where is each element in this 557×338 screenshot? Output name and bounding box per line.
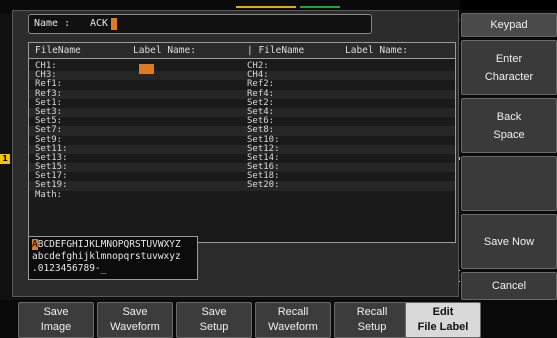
blank-menu-button[interactable]	[461, 156, 557, 211]
save-waveform-button[interactable]: Save Waveform	[97, 302, 173, 338]
recall-setup-label: Recall Setup	[356, 306, 388, 333]
table-row[interactable]: Set19: Set20:	[29, 180, 455, 191]
column-header-filename: FileName	[35, 45, 81, 56]
trigger-level-bar	[236, 6, 296, 8]
soft-key-menu: Keypad Enter Character Back Space Save N…	[460, 10, 557, 300]
table-row[interactable]: Set13: Set14:	[29, 153, 455, 163]
table-row[interactable]: Math:	[29, 189, 455, 200]
table-rows: CH1: CH2: CH3: CH4: Ref1: Ref2: Ref3: Ref4: Set1…	[29, 61, 455, 200]
table-row[interactable]: Ref3: Ref4:	[29, 89, 455, 99]
bottom-menu-bar: Save Image Save Waveform Save Setup Reca…	[0, 300, 557, 338]
save-now-label: Save Now	[483, 235, 535, 248]
filename-right: Set20:	[247, 180, 280, 191]
edit-file-label-button[interactable]: Edit File Label	[405, 302, 481, 338]
back-space-button[interactable]: Back Space	[461, 98, 557, 153]
table-row[interactable]: Set7: Set8:	[29, 125, 455, 136]
save-waveform-label: Save Waveform	[110, 306, 160, 333]
name-field[interactable]: Name : ACK	[28, 14, 372, 34]
table-row[interactable]: Set3: Set4:	[29, 107, 455, 118]
selected-label-cell[interactable]	[139, 64, 154, 74]
table-row[interactable]: Set1: Set2:	[29, 98, 455, 108]
charset-line-uppercase[interactable]: ABCDEFGHIJKLMNOPQRSTUVWXYZ	[32, 239, 181, 250]
name-label: Name :	[34, 18, 71, 29]
charset-uppercase-rest[interactable]: BCDEFGHIJKLMNOPQRSTUVWXYZ	[38, 239, 181, 250]
cancel-button[interactable]: Cancel	[461, 272, 557, 300]
column-header-label-name: Label Name:	[133, 45, 196, 56]
enter-character-label: Enter Character	[484, 52, 534, 83]
table-row[interactable]: Set11: Set12:	[29, 144, 455, 154]
save-now-button[interactable]: Save Now	[461, 214, 557, 269]
table-row[interactable]: CH3: CH4:	[29, 70, 455, 81]
enter-character-button[interactable]: Enter Character	[461, 40, 557, 95]
text-cursor	[111, 18, 117, 30]
recall-waveform-label: Recall Waveform	[268, 306, 318, 333]
table-row[interactable]: Set9: Set10:	[29, 135, 455, 145]
recall-waveform-button[interactable]: Recall Waveform	[255, 302, 331, 338]
channel-1-marker: 1	[0, 154, 10, 164]
save-setup-label: Save Setup	[199, 306, 229, 333]
channel-indicator-bar	[300, 6, 340, 8]
menu-title-label: Keypad	[490, 19, 528, 31]
charset-line-lowercase[interactable]: abcdefghijklmnopqrstuvwxyz	[32, 251, 181, 262]
menu-title-keypad: Keypad	[461, 13, 557, 37]
back-space-label: Back Space	[493, 110, 525, 141]
filename-left: Math:	[35, 189, 63, 200]
table-row[interactable]: Set5: Set6:	[29, 116, 455, 126]
cancel-label: Cancel	[491, 280, 527, 292]
column-header-filename-2: | FileName	[247, 45, 305, 56]
save-image-button[interactable]: Save Image	[18, 302, 94, 338]
column-header-label-name-2: Label Name:	[345, 45, 408, 56]
recall-setup-button[interactable]: Recall Setup	[334, 302, 410, 338]
save-image-label: Save Image	[40, 306, 72, 333]
save-setup-button[interactable]: Save Setup	[176, 302, 252, 338]
file-label-table: FileName Label Name: | FileName Label Na…	[28, 42, 456, 243]
character-set-panel[interactable]: ABCDEFGHIJKLMNOPQRSTUVWXYZ abcdefghijklm…	[28, 236, 198, 280]
edit-file-label-label: Edit File Label	[417, 306, 469, 333]
charset-line-digits[interactable]: .0123456789-_	[32, 263, 106, 274]
table-row[interactable]: Ref1: Ref2:	[29, 79, 455, 89]
table-header: FileName Label Name: | FileName Label Na…	[29, 43, 455, 59]
table-row[interactable]: Set17: Set18:	[29, 171, 455, 181]
name-value: ACK	[90, 18, 109, 29]
table-row[interactable]: CH1: CH2:	[29, 61, 455, 71]
edit-file-label-dialog: Name : ACK FileName Label Name: | FileNa…	[12, 10, 459, 297]
table-row[interactable]: Set15: Set16:	[29, 162, 455, 173]
